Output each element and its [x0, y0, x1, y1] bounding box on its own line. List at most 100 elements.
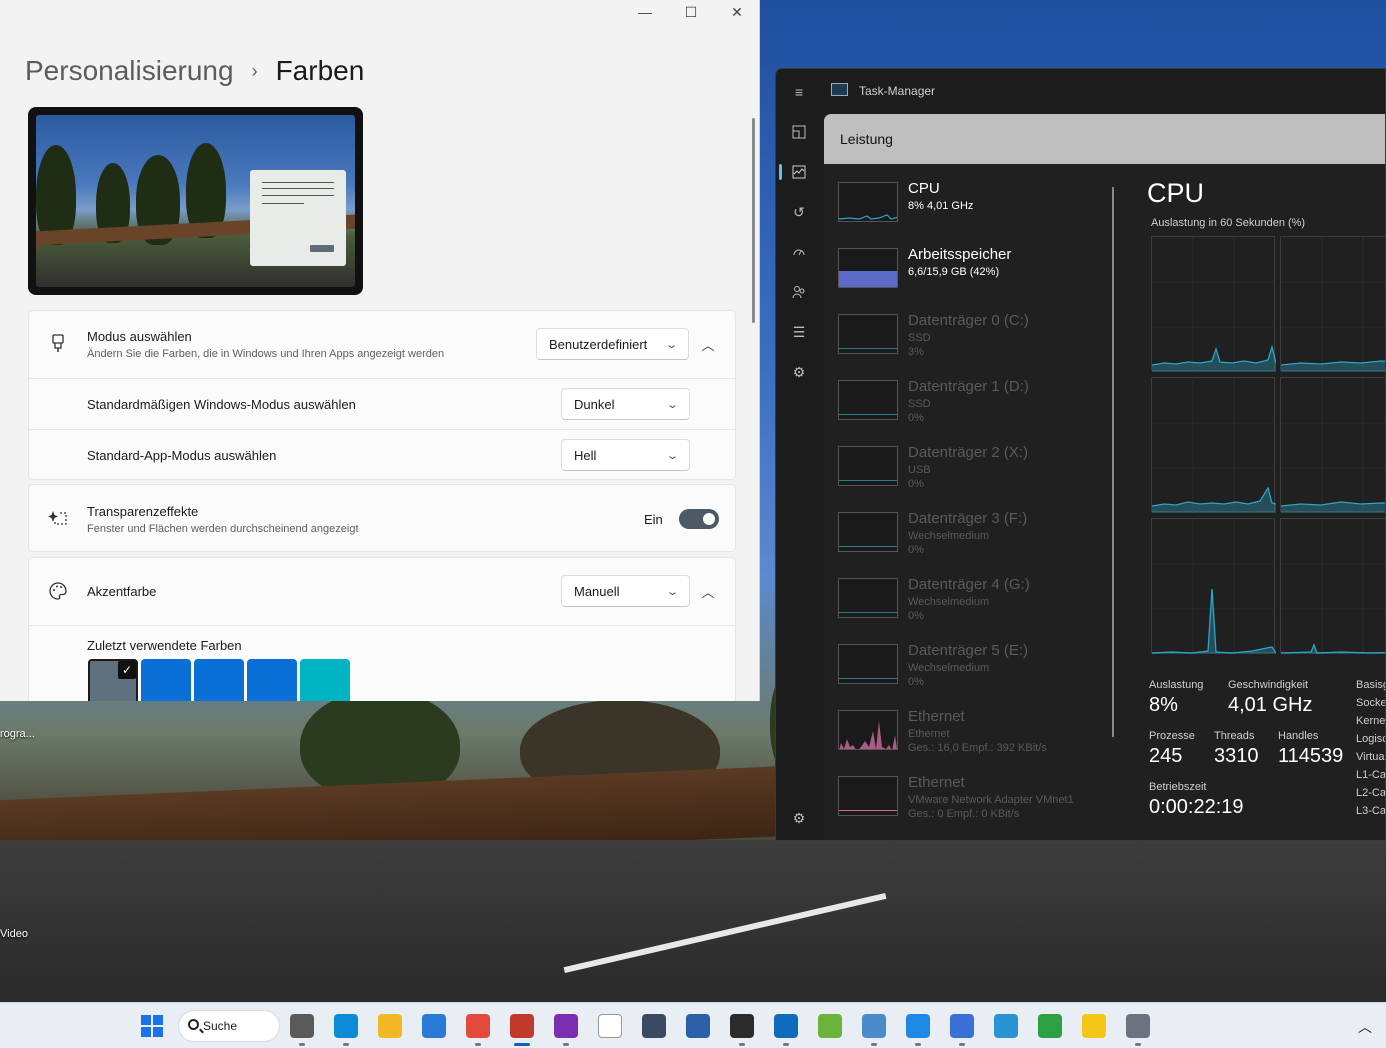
windows-start-icon[interactable]	[140, 1014, 164, 1038]
performance-item-detail: 8% 4,01 GHz	[908, 200, 974, 212]
photos-icon[interactable]	[994, 1014, 1018, 1038]
hamburger-menu-icon[interactable]: ≡	[790, 83, 808, 101]
store-icon[interactable]	[422, 1014, 446, 1038]
task-manager-icon[interactable]	[862, 1014, 886, 1038]
chevron-up-icon[interactable]: ︿	[697, 333, 719, 355]
transparency-toggle[interactable]	[679, 509, 719, 529]
processes-icon[interactable]	[790, 123, 808, 141]
performance-item[interactable]: Ethernet Ethernet Ges.: 16,0 Empf.: 392 KB…	[838, 708, 1108, 768]
notepad-plus-icon[interactable]	[818, 1014, 842, 1038]
accent-card: Akzentfarbe Manuell ⌄ ︿ Zuletzt verwende…	[28, 557, 736, 701]
chevron-right-icon: ›	[251, 60, 258, 81]
cpu-detail-label: Socke	[1356, 697, 1386, 709]
performance-icon[interactable]	[790, 163, 808, 181]
performance-item-value: 0%	[908, 412, 924, 424]
recent-colors-label: Zuletzt verwendete Farben	[87, 638, 242, 653]
scrollbar[interactable]	[752, 118, 755, 323]
color-swatch[interactable]	[194, 659, 244, 701]
running-indicator	[1135, 1043, 1141, 1046]
accent-dropdown[interactable]: Manuell ⌄	[561, 575, 690, 607]
settings-gear-icon[interactable]: ⚙	[790, 809, 808, 827]
mode-row[interactable]: Modus auswählen Ändern Sie die Farben, d…	[29, 311, 735, 378]
chevron-up-icon[interactable]: ︿	[697, 580, 719, 602]
performance-item[interactable]: Datenträger 1 (D:) SSD 0%	[838, 378, 1108, 438]
desktop-icon-label[interactable]: rogra...	[0, 728, 35, 740]
terminal-icon[interactable]	[730, 1014, 754, 1038]
performance-item[interactable]: Datenträger 3 (F:) Wechselmedium 0%	[838, 510, 1108, 570]
minimize-button[interactable]: —	[637, 4, 653, 21]
cpu-detail-label: L2-Ca	[1356, 787, 1386, 799]
uptime-label: Betriebszeit	[1149, 781, 1207, 793]
remote-desktop-icon[interactable]	[686, 1014, 710, 1038]
users-icon[interactable]	[790, 283, 808, 301]
outlook-icon[interactable]	[774, 1014, 798, 1038]
performance-item-detail: SSD	[908, 332, 931, 344]
tips-icon[interactable]	[1082, 1014, 1106, 1038]
task-manager-window: ≡ ↺ ☰ ⚙ ⚙ Task-Manager Leistung CPU 8% 4,…	[775, 68, 1386, 841]
onenote-icon[interactable]	[554, 1014, 578, 1038]
chat-icon[interactable]	[950, 1014, 974, 1038]
settings-icon[interactable]	[1126, 1014, 1150, 1038]
running-indicator	[959, 1043, 965, 1046]
mode-dropdown[interactable]: Benutzerdefiniert ⌄	[536, 328, 689, 360]
performance-item-value: 0%	[908, 610, 924, 622]
performance-item[interactable]: Ethernet VMware Network Adapter VMnet1 Ges…	[838, 774, 1108, 834]
performance-thumbnail	[838, 710, 898, 750]
performance-item[interactable]: CPU 8% 4,01 GHz	[838, 180, 1108, 240]
cpu-detail-label: L3-Ca	[1356, 805, 1386, 817]
chevron-up-icon[interactable]: ︿	[1358, 1017, 1372, 1037]
services-icon[interactable]: ⚙	[790, 363, 808, 381]
toggle-knob	[703, 513, 715, 525]
vscode-icon[interactable]	[906, 1014, 930, 1038]
close-button[interactable]: ✕	[729, 4, 745, 21]
breadcrumb-parent[interactable]: Personalisierung	[25, 55, 234, 87]
performance-item-detail: SSD	[908, 398, 931, 410]
threads-label: Threads	[1214, 730, 1255, 742]
chrome-icon[interactable]	[466, 1014, 490, 1038]
snipping-tool-icon[interactable]	[510, 1014, 534, 1038]
performance-item[interactable]: Datenträger 2 (X:) USB 0%	[838, 444, 1108, 504]
transparency-toggle-label: Ein	[644, 512, 663, 527]
performance-item[interactable]: Datenträger 0 (C:) SSD 3%	[838, 312, 1108, 372]
performance-item-name: Datenträger 4 (G:)	[908, 576, 1030, 593]
performance-item-value: 3%	[908, 346, 924, 358]
details-icon[interactable]: ☰	[790, 323, 808, 341]
brush-icon	[47, 333, 69, 355]
search-box[interactable]: Suche	[178, 1010, 280, 1042]
usb-icon[interactable]	[1038, 1014, 1062, 1038]
performance-item[interactable]: Arbeitsspeicher 6,6/15,9 GB (42%)	[838, 246, 1108, 306]
edge-icon[interactable]	[334, 1014, 358, 1038]
app-mode-value: Hell	[574, 447, 597, 463]
performance-item[interactable]: Ethernet	[838, 840, 1108, 841]
settings-window: — ☐ ✕ Personalisierung › Farben Modus au…	[0, 0, 760, 701]
list-scrollbar[interactable]	[1112, 187, 1114, 737]
performance-item[interactable]: Datenträger 4 (G:) Wechselmedium 0%	[838, 576, 1108, 636]
color-swatch[interactable]	[300, 659, 350, 701]
performance-item[interactable]: Datenträger 5 (E:) Wechselmedium 0%	[838, 642, 1108, 702]
app-mode-dropdown[interactable]: Hell ⌄	[561, 439, 690, 471]
performance-thumbnail	[838, 248, 898, 288]
performance-thumbnail	[838, 512, 898, 552]
preview-wallpaper	[36, 115, 355, 287]
notepad-icon[interactable]	[598, 1014, 622, 1038]
calculator-icon[interactable]	[642, 1014, 666, 1038]
desktop-icon-label[interactable]: Video	[0, 928, 28, 940]
usage-value: 8%	[1149, 694, 1178, 716]
windows-mode-dropdown[interactable]: Dunkel ⌄	[561, 388, 690, 420]
startup-apps-icon[interactable]	[790, 243, 808, 261]
uptime-value: 0:00:22:19	[1149, 796, 1244, 818]
windows-mode-row: Standardmäßigen Windows-Modus auswählen …	[29, 379, 735, 429]
color-swatch[interactable]: ✓	[88, 659, 138, 701]
app-history-icon[interactable]: ↺	[790, 203, 808, 221]
maximize-button[interactable]: ☐	[683, 4, 699, 21]
performance-thumbnail	[838, 644, 898, 684]
color-swatch[interactable]	[141, 659, 191, 701]
accent-row[interactable]: Akzentfarbe Manuell ⌄ ︿	[29, 558, 735, 625]
performance-item-name: Datenträger 3 (F:)	[908, 510, 1028, 527]
performance-item-detail: 6,6/15,9 GB (42%)	[908, 266, 1000, 278]
divider	[29, 625, 735, 626]
performance-item-name: Ethernet	[908, 708, 965, 725]
color-swatch[interactable]	[247, 659, 297, 701]
task-view-icon[interactable]	[290, 1014, 314, 1038]
file-explorer-icon[interactable]	[378, 1014, 402, 1038]
